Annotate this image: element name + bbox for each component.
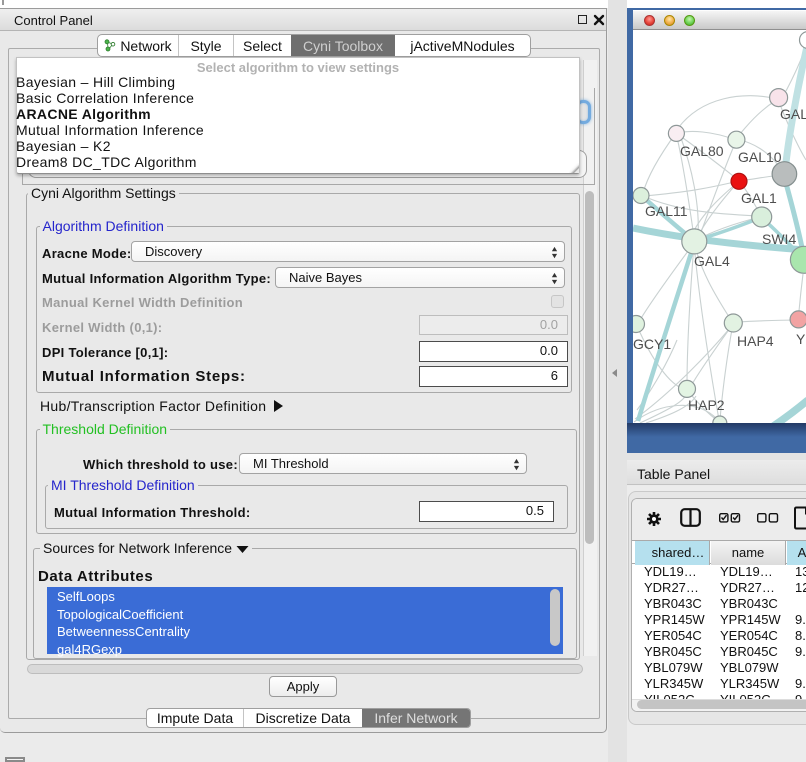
- svg-text:GAL10: GAL10: [738, 149, 782, 165]
- svg-text:GAL80: GAL80: [680, 143, 724, 159]
- svg-text:GAL11: GAL11: [645, 203, 688, 219]
- svg-text:GAL4: GAL4: [694, 253, 730, 269]
- svg-text:HAP2: HAP2: [688, 397, 725, 413]
- svg-text:GAL1: GAL1: [741, 190, 777, 206]
- svg-text:HAP4: HAP4: [737, 333, 774, 349]
- svg-text:GAL8: GAL8: [780, 106, 806, 122]
- svg-text:SWI4: SWI4: [762, 231, 796, 247]
- svg-text:YM: YM: [796, 331, 806, 347]
- svg-text:GCY1: GCY1: [633, 336, 671, 352]
